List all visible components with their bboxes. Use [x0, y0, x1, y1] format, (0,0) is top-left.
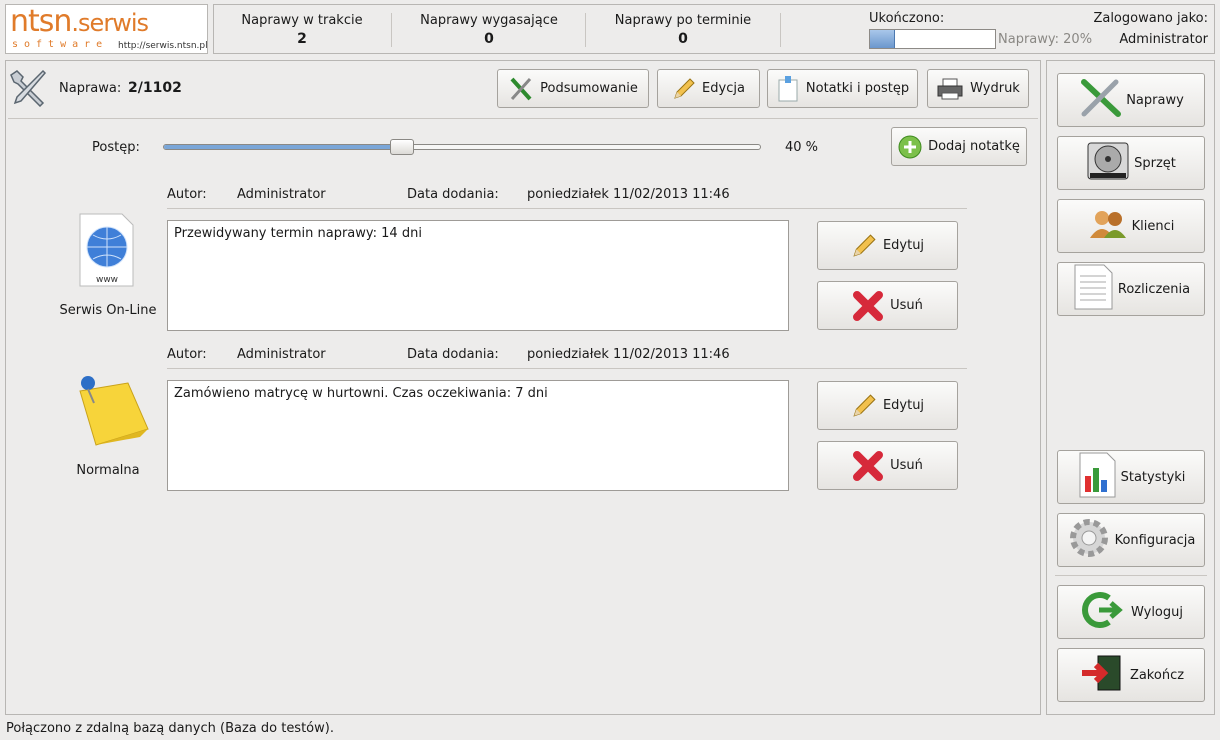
- sidebar-item-logout[interactable]: Wyloguj: [1057, 585, 1205, 639]
- summary-button[interactable]: Podsumowanie: [497, 69, 649, 108]
- logo-box: ntsn.serwis software http://serwis.ntsn.…: [5, 4, 208, 54]
- sidebar-item-label: Wyloguj: [1131, 604, 1183, 620]
- sidebar-item-label: Statystyki: [1120, 469, 1186, 485]
- sidebar-item-repairs[interactable]: Naprawy: [1057, 73, 1205, 127]
- stat-label: Naprawy w trakcie: [241, 13, 363, 28]
- logo-product: .serwis: [71, 9, 149, 37]
- note-delete-button[interactable]: Usuń: [817, 281, 958, 330]
- exit-door-icon: [1078, 653, 1126, 697]
- completed-progress-fill: [870, 30, 895, 48]
- notes-progress-button[interactable]: Notatki i postęp: [767, 69, 918, 108]
- note-type: Serwis On-Line: [59, 303, 157, 318]
- progress-slider-fill: [164, 145, 403, 149]
- logout-icon: [1079, 590, 1127, 634]
- note-edit-label: Edytuj: [882, 238, 925, 253]
- sidebar-item-billing[interactable]: Rozliczenia: [1057, 262, 1205, 316]
- status-bar: Połączono z zdalną bazą danych (Baza do …: [6, 721, 334, 736]
- login-label: Zalogowano jako:: [1093, 11, 1208, 26]
- login-user: Administrator: [1119, 32, 1208, 47]
- sidebar-item-clients[interactable]: Klienci: [1057, 199, 1205, 253]
- www-icon: www: [78, 213, 134, 291]
- note-delete-label: Usuń: [890, 298, 923, 313]
- note-date-label: Data dodania:: [407, 187, 499, 202]
- add-note-button[interactable]: Dodaj notatkę: [891, 127, 1027, 166]
- edit-label: Edycja: [702, 81, 745, 96]
- stat-value: 0: [484, 31, 494, 47]
- stat-value: 0: [678, 31, 688, 47]
- note-type: Normalna: [76, 463, 140, 478]
- print-button[interactable]: Wydruk: [927, 69, 1029, 108]
- sidebar: Naprawy Sprzęt Klienci Rozliczenia Staty…: [1046, 60, 1215, 715]
- note-edit-label: Edytuj: [882, 398, 925, 413]
- pencil-icon: [851, 233, 877, 259]
- progress-label: Postęp:: [92, 140, 140, 155]
- note-date: poniedziałek 11/02/2013 11:46: [527, 347, 730, 362]
- completed-progressbar: [869, 29, 996, 49]
- delete-icon: [852, 290, 884, 322]
- progress-value: 40 %: [785, 140, 819, 155]
- logo-url: http://serwis.ntsn.pl: [118, 41, 208, 51]
- sidebar-item-label: Klienci: [1131, 218, 1175, 234]
- summary-label: Podsumowanie: [540, 81, 638, 96]
- completed-text: Naprawy: 20%: [998, 32, 1093, 47]
- repair-number: 2/1102: [128, 80, 182, 96]
- sidebar-item-config[interactable]: Konfiguracja: [1057, 513, 1205, 567]
- sidebar-item-label: Zakończ: [1129, 667, 1185, 683]
- note-text[interactable]: Przewidywany termin naprawy: 14 dni: [167, 220, 789, 331]
- svg-text:www: www: [96, 275, 118, 285]
- add-note-label: Dodaj notatkę: [928, 139, 1020, 154]
- document-icon: [1072, 264, 1114, 314]
- sidebar-item-exit[interactable]: Zakończ: [1057, 648, 1205, 702]
- note-text[interactable]: Zamówieno matrycę w hurtowni. Czas oczek…: [167, 380, 789, 491]
- users-icon: [1088, 208, 1128, 244]
- sidebar-item-label: Konfiguracja: [1114, 532, 1196, 548]
- stat-label: Naprawy wygasające: [420, 13, 558, 28]
- note-author-label: Autor:: [167, 187, 207, 202]
- note-edit-button[interactable]: Edytuj: [817, 381, 958, 430]
- stat-label: Naprawy po terminie: [614, 13, 752, 28]
- notes-icon: [776, 75, 800, 103]
- logo: ntsn.serwis: [10, 4, 149, 40]
- sidebar-item-stats[interactable]: Statystyki: [1057, 450, 1205, 504]
- hard-drive-icon: [1086, 139, 1130, 187]
- progress-slider-handle[interactable]: [390, 139, 415, 155]
- stat-expiring: Naprawy wygasające 0: [394, 13, 584, 47]
- note-date-label: Data dodania:: [407, 347, 499, 362]
- stat-overdue: Naprawy po terminie 0: [588, 13, 778, 47]
- stat-value: 2: [297, 31, 307, 47]
- stats-bar: Naprawy w trakcie 2 Naprawy wygasające 0…: [213, 4, 1215, 54]
- note-delete-button[interactable]: Usuń: [817, 441, 958, 490]
- logo-brand: ntsn: [10, 4, 72, 39]
- completed-label: Ukończono:: [869, 11, 945, 26]
- printer-icon: [936, 77, 964, 101]
- main-panel: Naprawa: 2/1102 Podsumowanie Edycja Nota…: [5, 60, 1041, 715]
- sticky-note-icon: [66, 373, 152, 451]
- pencil-icon: [851, 393, 877, 419]
- tools-icon: [9, 67, 49, 111]
- note-author: Administrator: [237, 187, 326, 202]
- note-edit-button[interactable]: Edytuj: [817, 221, 958, 270]
- edit-button[interactable]: Edycja: [657, 69, 760, 108]
- sidebar-item-label: Rozliczenia: [1117, 281, 1191, 297]
- notes-progress-label: Notatki i postęp: [805, 81, 910, 96]
- gear-icon: [1067, 516, 1111, 564]
- note-author-label: Autor:: [167, 347, 207, 362]
- sidebar-item-equipment[interactable]: Sprzęt: [1057, 136, 1205, 190]
- note-author: Administrator: [237, 347, 326, 362]
- tools-icon: [508, 76, 534, 102]
- delete-icon: [852, 450, 884, 482]
- logo-tagline: software: [12, 39, 109, 50]
- chart-icon: [1077, 452, 1117, 502]
- repair-label: Naprawa:: [59, 81, 122, 96]
- pencil-icon: [672, 77, 696, 101]
- note-date: poniedziałek 11/02/2013 11:46: [527, 187, 730, 202]
- stat-in-progress: Naprawy w trakcie 2: [214, 13, 390, 47]
- sidebar-item-label: Sprzęt: [1134, 155, 1176, 171]
- print-label: Wydruk: [970, 81, 1020, 96]
- tools-icon: [1078, 78, 1122, 122]
- progress-slider[interactable]: [163, 139, 761, 155]
- add-icon: [898, 135, 922, 159]
- sidebar-item-label: Naprawy: [1126, 92, 1184, 108]
- note-delete-label: Usuń: [890, 458, 923, 473]
